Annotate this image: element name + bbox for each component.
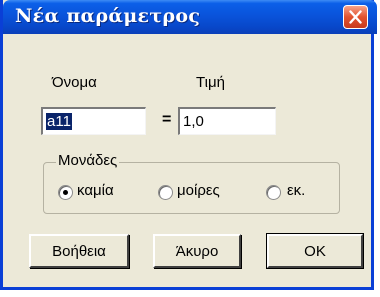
cancel-button[interactable]: Άκυρο — [153, 234, 241, 268]
value-input[interactable]: 1,0 — [178, 107, 276, 135]
ok-button[interactable]: OK — [266, 233, 364, 269]
name-input-text: a11 — [46, 113, 72, 130]
radio-degrees[interactable] — [158, 185, 173, 200]
title-bar[interactable]: Νέα παράμετρος — [3, 0, 377, 34]
close-button[interactable] — [343, 5, 368, 29]
ok-button-label: OK — [304, 242, 326, 260]
dialog-window: Νέα παράμετρος Όνομα Τιμή a11 = 1,0 Μονά… — [0, 0, 377, 290]
radio-degrees-label[interactable]: μοίρες — [177, 182, 220, 199]
cancel-button-label: Άκυρο — [175, 242, 219, 260]
equals-sign: = — [162, 111, 172, 128]
units-legend: Μονάδες — [56, 152, 120, 169]
radio-none[interactable] — [58, 185, 73, 200]
close-icon — [349, 10, 362, 24]
name-input[interactable]: a11 — [41, 107, 146, 135]
radio-cm-label[interactable]: εκ. — [287, 182, 305, 199]
value-input-text: 1,0 — [183, 113, 204, 130]
value-label: Τιμή — [196, 74, 225, 91]
window-title: Νέα παράμετρος — [15, 5, 201, 27]
name-label: Όνομα — [52, 74, 97, 91]
help-button[interactable]: Βοήθεια — [29, 234, 129, 268]
help-button-label: Βοήθεια — [52, 242, 106, 260]
radio-none-label[interactable]: καμία — [77, 182, 114, 199]
radio-cm[interactable] — [266, 185, 281, 200]
units-groupbox: Μονάδες καμία μοίρες εκ. — [43, 152, 340, 214]
